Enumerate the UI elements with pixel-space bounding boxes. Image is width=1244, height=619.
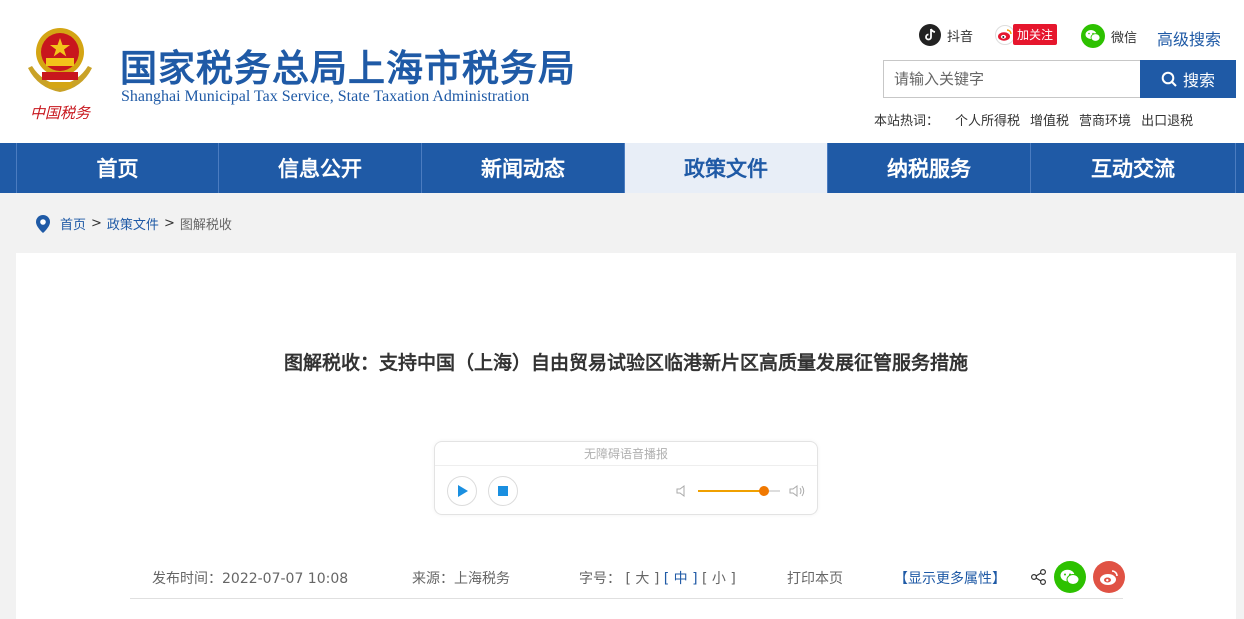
show-more-attributes-link[interactable]: 【显示更多属性】 [894, 568, 1006, 588]
nav-item-news[interactable]: 新闻动态 [422, 143, 625, 193]
meta-divider [130, 598, 1123, 599]
hotword-item[interactable]: 出口退税 [1141, 110, 1193, 129]
player-title: 无障碍语音播报 [435, 442, 817, 466]
nav-item-policy-documents[interactable]: 政策文件 [625, 143, 828, 193]
volume-slider[interactable] [698, 486, 780, 496]
nav-item-home[interactable]: 首页 [16, 143, 219, 193]
article-title: 图解税收：支持中国（上海）自由贸易试验区临港新片区高质量发展征管服务措施 [283, 352, 968, 374]
search-button[interactable]: 搜索 [1140, 60, 1236, 98]
font-size-large[interactable]: [ 大 ] [625, 571, 659, 587]
douyin-label: 抖音 [947, 29, 974, 45]
font-size-small[interactable]: [ 小 ] [702, 571, 736, 587]
weibo-follow-button[interactable]: 加关注 [995, 24, 1058, 45]
play-icon [458, 485, 468, 497]
article-meta: 发布时间：2022-07-07 10:08 来源：上海税务 字号： [ 大 ] … [16, 561, 1236, 593]
hotword-item[interactable]: 增值税 [1030, 110, 1069, 129]
search-button-label: 搜索 [1182, 71, 1215, 90]
site-title[interactable]: 国家税务总局上海市税务局 [120, 38, 576, 92]
main-nav: 首页 信息公开 新闻动态 政策文件 纳税服务 互动交流 [0, 143, 1244, 193]
location-pin-icon [36, 214, 50, 233]
weibo-icon [995, 24, 1015, 45]
breadcrumb: 首页 > 政策文件 > 图解税收 [36, 214, 232, 233]
advanced-search-link[interactable]: 高级搜索 [1157, 26, 1221, 50]
publish-date: 发布时间：2022-07-07 10:08 [152, 571, 349, 587]
site-header: 中国税务 国家税务总局上海市税务局 Shanghai Municipal Tax… [0, 0, 1244, 143]
audio-player: 无障碍语音播报 [434, 441, 818, 515]
nav-item-info-disclosure[interactable]: 信息公开 [219, 143, 422, 193]
font-size-label: 字号： [579, 571, 621, 587]
search-icon [1161, 71, 1177, 87]
tax-emblem-logo[interactable]: 中国税务 [18, 18, 102, 128]
wechat-icon [1081, 24, 1105, 48]
volume-high-icon[interactable] [788, 483, 806, 499]
weibo-icon [1100, 569, 1118, 585]
wechat-link[interactable]: 微信 [1081, 24, 1137, 48]
volume-low-icon[interactable] [675, 484, 689, 498]
share-weibo-button[interactable] [1093, 561, 1125, 593]
volume-fill [698, 490, 764, 492]
search-input[interactable] [883, 60, 1140, 98]
nav-item-interaction[interactable]: 互动交流 [1031, 143, 1236, 193]
douyin-icon [919, 24, 941, 46]
print-page-link[interactable]: 打印本页 [787, 568, 843, 588]
font-size-medium[interactable]: [ 中 ] [664, 571, 698, 587]
font-size-control: 字号： [ 大 ] [ 中 ] [ 小 ] [579, 568, 736, 588]
breadcrumb-separator: > [163, 216, 175, 231]
douyin-link[interactable]: 抖音 [919, 24, 973, 46]
nav-item-tax-services[interactable]: 纳税服务 [828, 143, 1031, 193]
wechat-label: 微信 [1111, 30, 1138, 46]
breadcrumb-separator: > [91, 216, 102, 231]
article-source: 来源：上海税务 [412, 571, 510, 587]
breadcrumb-current: 图解税收 [179, 218, 232, 233]
share-wechat-button[interactable] [1054, 561, 1086, 593]
breadcrumb-policy-documents[interactable]: 政策文件 [107, 214, 159, 233]
svg-text:中国税务: 中国税务 [30, 104, 92, 122]
hotwords: 本站热词： 个人所得税 增值税 营商环境 出口退税 [874, 110, 1193, 129]
weibo-follow-label: 加关注 [1013, 24, 1058, 45]
hotword-item[interactable]: 个人所得税 [955, 110, 1020, 129]
stop-icon [498, 486, 508, 496]
wechat-icon [1060, 569, 1080, 585]
article-card: 图解税收：支持中国（上海）自由贸易试验区临港新片区高质量发展征管服务措施 无障碍… [16, 253, 1236, 619]
share-icon[interactable] [1030, 568, 1048, 586]
site-subtitle-en: Shanghai Municipal Tax Service, State Ta… [121, 88, 530, 105]
stop-button[interactable] [488, 476, 518, 506]
breadcrumb-home[interactable]: 首页 [60, 214, 86, 233]
volume-handle[interactable] [758, 486, 769, 496]
hotwords-label: 本站热词： [874, 114, 940, 129]
play-button[interactable] [447, 476, 477, 506]
hotword-item[interactable]: 营商环境 [1079, 110, 1131, 129]
